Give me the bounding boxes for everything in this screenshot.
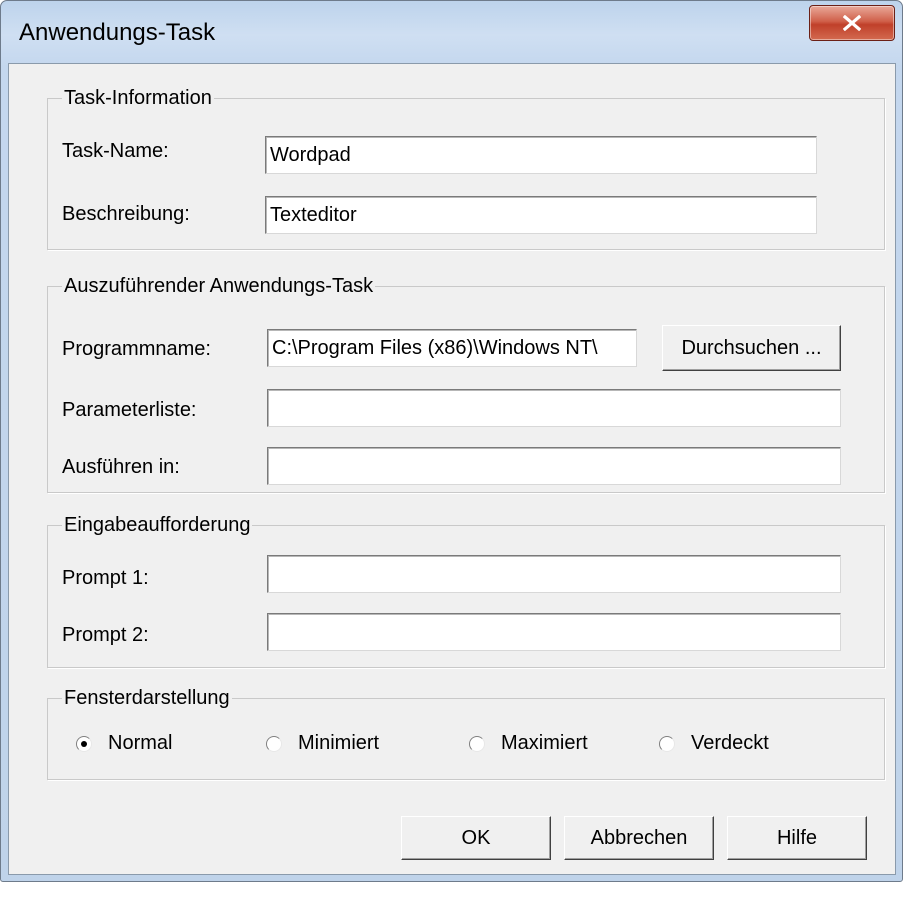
run-in-label: Ausführen in:: [62, 456, 180, 478]
prompt-2-input[interactable]: [267, 613, 841, 651]
radio-minimized-circle[interactable]: [266, 735, 282, 752]
description-label: Beschreibung:: [62, 203, 190, 225]
radio-minimized[interactable]: Minimiert: [266, 732, 379, 755]
task-name-label: Task-Name:: [62, 140, 169, 162]
radio-maximized[interactable]: Maximiert: [469, 732, 588, 755]
radio-minimized-label: Minimiert: [298, 732, 380, 754]
run-in-input[interactable]: [267, 447, 841, 485]
radio-hidden-label: Verdeckt: [691, 732, 769, 754]
ok-button[interactable]: OK: [401, 816, 551, 860]
task-name-input[interactable]: [265, 136, 817, 174]
prompt-2-label: Prompt 2:: [62, 624, 149, 646]
window-title: Anwendungs-Task: [19, 19, 216, 46]
close-icon: [843, 15, 861, 31]
browse-button[interactable]: Durchsuchen ...: [662, 325, 841, 371]
radio-selected-dot: [81, 740, 87, 747]
screen-background: [0, 882, 905, 898]
group-app-task-legend: Auszuführender Anwendungs-Task: [64, 275, 374, 297]
parameter-list-input[interactable]: [267, 389, 841, 427]
radio-normal[interactable]: Normal: [76, 732, 172, 755]
group-prompt-legend: Eingabeaufforderung: [64, 514, 251, 536]
radio-maximized-label: Maximiert: [501, 732, 588, 754]
description-input[interactable]: [265, 196, 817, 234]
title-bar[interactable]: Anwendungs-Task: [1, 1, 902, 63]
cancel-button[interactable]: Abbrechen: [564, 816, 714, 860]
help-button[interactable]: Hilfe: [727, 816, 867, 860]
group-task-information-legend: Task-Information: [64, 87, 212, 109]
close-button[interactable]: [809, 5, 895, 41]
prompt-1-input[interactable]: [267, 555, 841, 593]
group-window-display-legend: Fensterdarstellung: [64, 687, 230, 709]
dialog-window: Anwendungs-Task Task-Information Task-Na…: [0, 0, 903, 882]
parameter-list-label: Parameterliste:: [62, 399, 197, 421]
radio-hidden-circle[interactable]: [659, 735, 675, 752]
radio-normal-label: Normal: [108, 732, 173, 754]
radio-hidden[interactable]: Verdeckt: [659, 732, 769, 755]
program-name-label: Programmname:: [62, 338, 211, 360]
radio-maximized-circle[interactable]: [469, 735, 485, 752]
radio-normal-circle[interactable]: [76, 735, 92, 752]
prompt-1-label: Prompt 1:: [62, 567, 149, 589]
dialog-client-area: Task-Information Task-Name: Beschreibung…: [8, 63, 896, 875]
program-name-input[interactable]: [267, 329, 637, 367]
